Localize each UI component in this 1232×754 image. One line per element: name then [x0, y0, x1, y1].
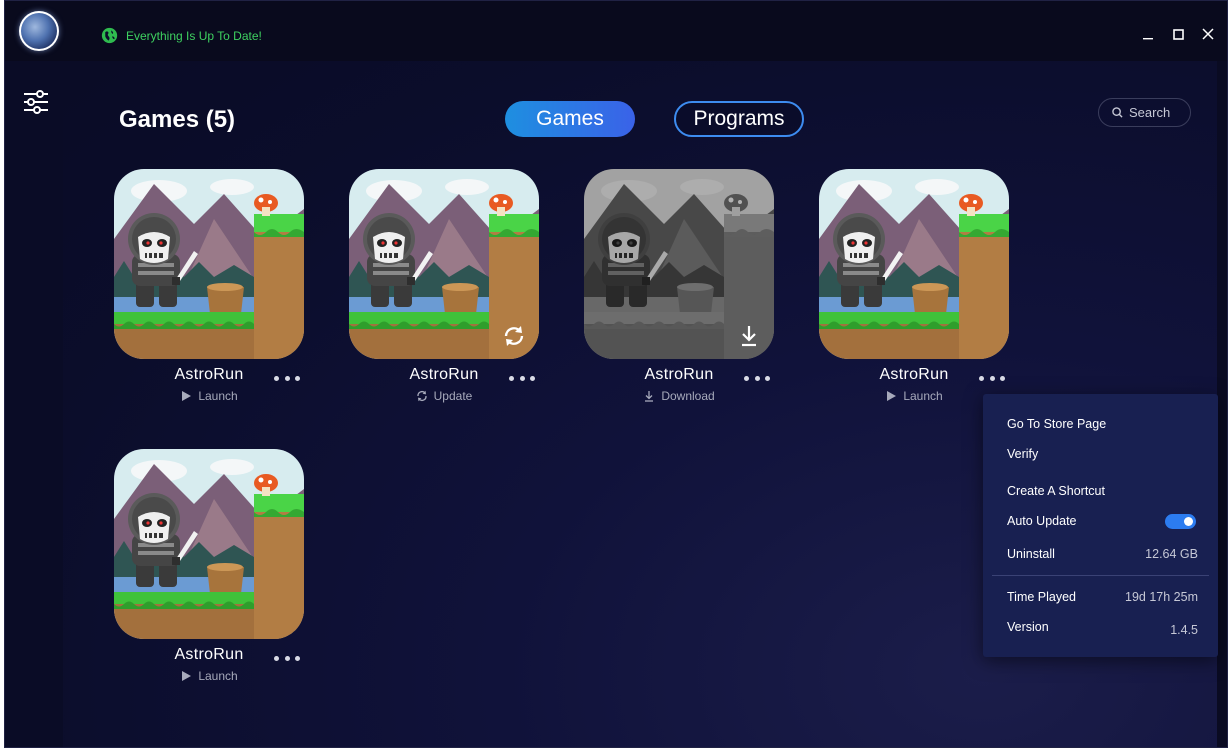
close-icon: [1202, 28, 1214, 40]
menu-item-uninstall[interactable]: Uninstall: [1007, 547, 1055, 561]
launch-button[interactable]: Launch: [114, 669, 304, 683]
launch-button[interactable]: Launch: [114, 389, 304, 403]
maximize-button[interactable]: [1167, 23, 1189, 45]
game-thumbnail[interactable]: [349, 169, 539, 359]
play-icon: [182, 391, 192, 401]
menu-divider: [992, 575, 1209, 576]
play-icon: [887, 391, 897, 401]
more-options-button[interactable]: [979, 371, 1005, 385]
install-size: 12.64 GB: [1145, 547, 1198, 561]
tab-games[interactable]: Games: [505, 101, 635, 137]
action-label: Launch: [903, 389, 943, 403]
action-label: Launch: [198, 669, 238, 683]
scrollbar[interactable]: [1217, 61, 1227, 747]
app-window: Everything Is Up To Date! Games (5) Game…: [4, 0, 1228, 748]
minimize-button[interactable]: [1137, 23, 1159, 45]
page-title: Games (5): [119, 106, 236, 133]
auto-update-toggle[interactable]: [1165, 514, 1196, 529]
more-options-button[interactable]: [744, 371, 770, 385]
play-icon: [182, 671, 192, 681]
status-text: Everything Is Up To Date!: [126, 28, 262, 43]
game-context-menu: Go To Store Page Verify Create A Shortcu…: [983, 394, 1218, 657]
version-value: 1.4.5: [1170, 623, 1198, 637]
time-played-value: 19d 17h 25m: [1125, 590, 1198, 604]
globe-icon: [101, 27, 118, 44]
maximize-icon: [1172, 28, 1184, 40]
action-label: Download: [661, 389, 715, 403]
more-options-button[interactable]: [274, 371, 300, 385]
launch-button[interactable]: Launch: [819, 389, 1009, 403]
minimize-icon: [1143, 38, 1153, 40]
download-icon: [742, 326, 756, 347]
sidebar: [5, 61, 63, 747]
game-thumbnail[interactable]: [584, 169, 774, 359]
search-label: Search: [1129, 105, 1171, 120]
download-icon: [645, 391, 654, 402]
close-button[interactable]: [1197, 23, 1219, 45]
time-played-label: Time Played: [1007, 590, 1077, 604]
update-status: Everything Is Up To Date!: [101, 27, 262, 44]
refresh-icon: [504, 326, 524, 346]
game-thumbnail[interactable]: [819, 169, 1009, 359]
refresh-icon: [416, 390, 427, 402]
action-label: Launch: [198, 389, 238, 403]
search-icon: [1112, 107, 1123, 118]
menu-item-verify[interactable]: Verify: [1007, 447, 1038, 461]
more-options-button[interactable]: [274, 651, 300, 665]
update-button[interactable]: Update: [349, 389, 539, 403]
menu-item-create-shortcut[interactable]: Create A Shortcut: [1007, 484, 1105, 498]
game-thumbnail[interactable]: [114, 449, 304, 639]
search-button[interactable]: Search: [1098, 98, 1191, 127]
filter-sliders-icon[interactable]: [23, 89, 49, 115]
app-logo-icon[interactable]: [19, 11, 59, 51]
game-thumbnail[interactable]: [114, 169, 304, 359]
tab-programs[interactable]: Programs: [674, 101, 804, 137]
download-button[interactable]: Download: [584, 389, 774, 403]
more-options-button[interactable]: [509, 371, 535, 385]
action-label: Update: [433, 389, 473, 403]
menu-item-auto-update: Auto Update: [1007, 514, 1077, 528]
version-label: Version: [1007, 620, 1049, 634]
menu-item-store-page[interactable]: Go To Store Page: [1007, 417, 1106, 431]
title-bar: Everything Is Up To Date!: [5, 1, 1227, 61]
